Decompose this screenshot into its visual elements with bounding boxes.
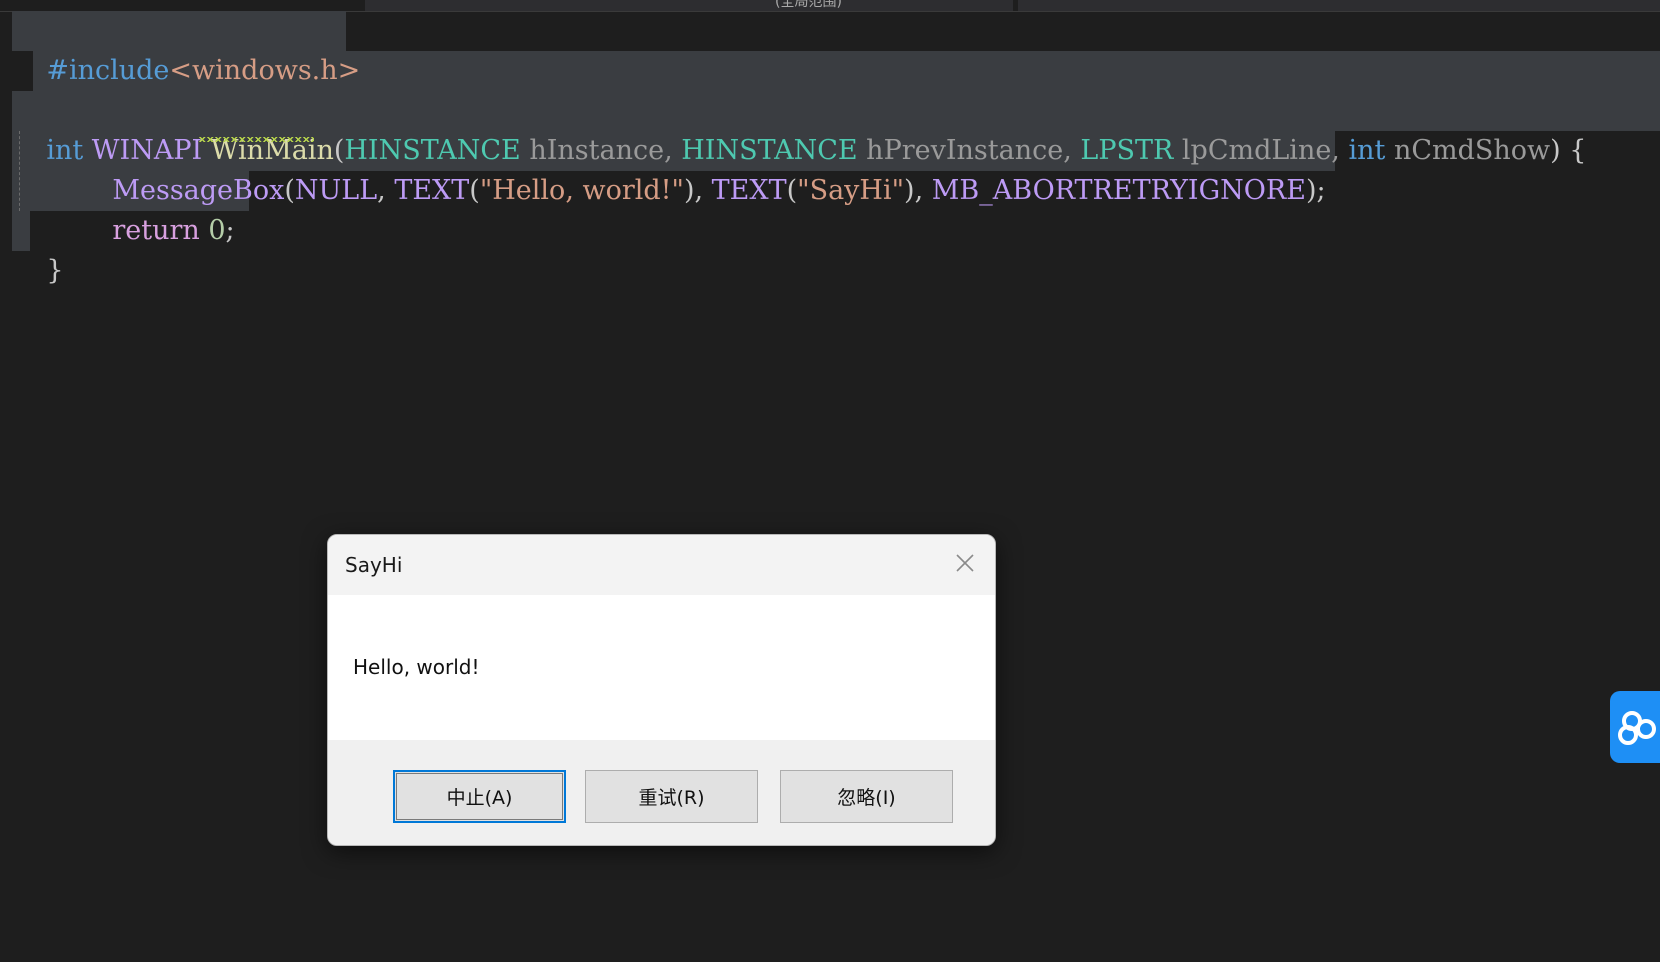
close-icon	[956, 554, 974, 572]
token: 0	[208, 215, 226, 246]
token: "SayHi"	[797, 175, 905, 206]
token: (	[469, 175, 480, 206]
message-box-dialog: SayHi Hello, world! 中止(A) 重试(R) 忽略(I)	[327, 534, 996, 846]
code-line-1: #include<windows.h>	[12, 11, 360, 86]
member-dropdown[interactable]	[1018, 0, 1660, 11]
scope-dropdown-label: (全局范围)	[775, 0, 842, 10]
code-line-4: MessageBox(NULL, TEXT("Hello, world!"), …	[78, 131, 1325, 206]
token: (	[284, 175, 295, 206]
dialog-title: SayHi	[345, 553, 403, 577]
token: NULL	[294, 175, 378, 206]
abort-button[interactable]: 中止(A)	[393, 770, 566, 823]
dialog-content: Hello, world!	[328, 595, 995, 740]
side-floating-widget[interactable]	[1610, 691, 1660, 763]
token: }	[46, 255, 64, 286]
token: "Hello, world!"	[479, 175, 684, 206]
scope-dropdown[interactable]: (全局范围)	[365, 0, 1013, 11]
token: return	[112, 215, 200, 246]
token: (	[786, 175, 798, 206]
include-header: <windows.h>	[169, 55, 361, 86]
token: ;	[225, 215, 235, 246]
token: MB_ABORTRETRYIGNORE	[931, 175, 1306, 206]
token: ,	[377, 175, 395, 206]
close-button[interactable]	[947, 545, 983, 581]
token: int	[1348, 135, 1386, 166]
code-line-6: }	[12, 211, 63, 286]
cloud-link-icon	[1618, 711, 1656, 745]
retry-button[interactable]: 重试(R)	[585, 770, 758, 823]
token: );	[1305, 175, 1326, 206]
token: ) {	[1550, 135, 1587, 166]
token: ),	[683, 175, 712, 206]
code-line-3: int WINAPI WinMain(HINSTANCE hInstance, …	[12, 91, 1586, 166]
ignore-button[interactable]: 忽略(I)	[780, 770, 953, 823]
token: TEXT	[394, 175, 470, 206]
preprocessor-directive: #include	[46, 55, 170, 86]
dialog-button-bar: 中止(A) 重试(R) 忽略(I)	[328, 740, 995, 845]
token: ),	[904, 175, 932, 206]
code-line-5: return 0;	[78, 171, 234, 246]
dialog-message: Hello, world!	[353, 655, 480, 679]
dialog-title-bar[interactable]: SayHi	[328, 535, 995, 595]
token: nCmdShow	[1385, 135, 1551, 166]
token: TEXT	[711, 175, 787, 206]
